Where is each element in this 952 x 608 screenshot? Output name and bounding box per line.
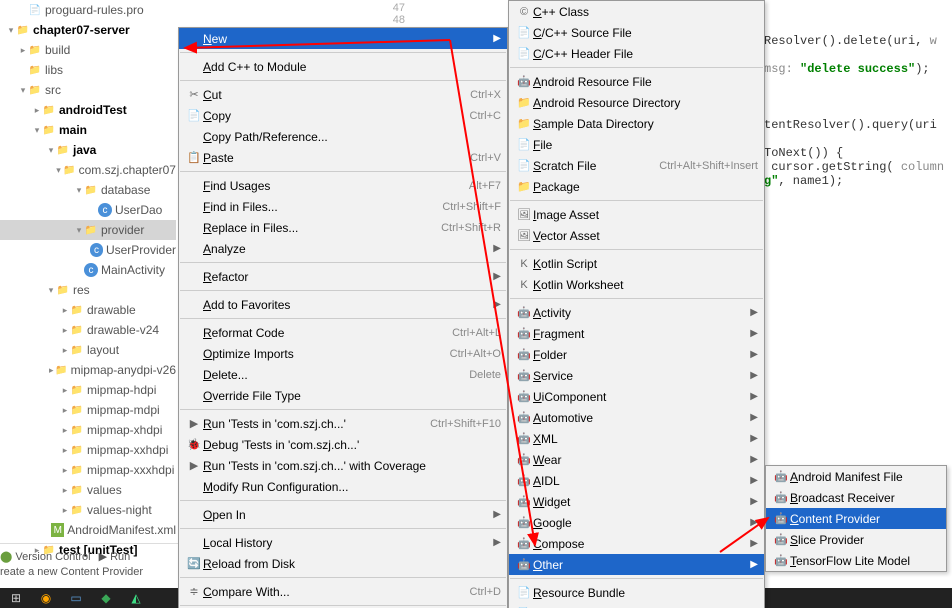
editor-gutter: 4748 [375,2,405,26]
context-menu[interactable]: New▶ Add C++ to Module ✂CutCtrl+X📄CopyCtrl… [178,27,508,608]
tree-item[interactable]: ▸📁layout [0,340,176,360]
version-control-tab[interactable]: ⬤ Version Control [0,550,91,563]
menu-item[interactable]: KKotlin Script [509,253,764,274]
tree-item[interactable]: 📁libs [0,60,176,80]
menu-item[interactable]: 🤖Google▶ [509,512,764,533]
tree-item[interactable]: ▸📁drawable [0,300,176,320]
menu-item[interactable]: 📄Resource Bundle [509,582,764,603]
menu-item[interactable]: 🤖UiComponent▶ [509,386,764,407]
tree-item[interactable]: 📄proguard-rules.pro [0,0,176,20]
menu-item[interactable]: Find UsagesAlt+F7 [179,175,507,196]
menu-item[interactable]: New▶ [179,28,507,49]
menu-item[interactable]: 📄EditorConfig File [509,603,764,608]
app-icon[interactable]: ◆ [98,590,114,606]
menu-item[interactable]: 🔄Reload from Disk [179,553,507,574]
menu-item[interactable]: 📄C/C++ Source File [509,22,764,43]
menu-item[interactable]: 📄CopyCtrl+C [179,105,507,126]
menu-item[interactable]: 🤖Android Manifest File [766,466,946,487]
menu-item[interactable]: 🤖Other▶ [509,554,764,575]
tree-item[interactable]: ▸📁androidTest [0,100,176,120]
menu-item[interactable]: 🖼Image Asset [509,204,764,225]
tree-item[interactable]: MAndroidManifest.xml [0,520,176,540]
tree-item[interactable]: ▾📁com.szj.chapter07 [0,160,176,180]
menu-item[interactable]: Add to Favorites▶ [179,294,507,315]
menu-item[interactable]: 🤖Slice Provider [766,529,946,550]
menu-item[interactable]: 📋PasteCtrl+V [179,147,507,168]
menu-item[interactable]: Analyze▶ [179,238,507,259]
menu-item[interactable]: Add C++ to Module [179,56,507,77]
menu-item[interactable]: 📁Android Resource Directory [509,92,764,113]
new-submenu[interactable]: ©C++ Class📄C/C++ Source File📄C/C++ Heade… [508,0,765,608]
status-hint: reate a new Content Provider [0,566,143,578]
menu-item[interactable]: Copy Path/Reference... [179,126,507,147]
menu-item[interactable]: 📄File [509,134,764,155]
menu-item[interactable]: 🤖Wear▶ [509,449,764,470]
tree-item[interactable]: cUserProvider [0,240,176,260]
menu-item[interactable]: 🤖TensorFlow Lite Model [766,550,946,571]
menu-item[interactable]: 🖼Vector Asset [509,225,764,246]
tree-item[interactable]: ▸📁mipmap-xhdpi [0,420,176,440]
menu-item[interactable]: 🐞Debug 'Tests in 'com.szj.ch...' [179,434,507,455]
tree-item[interactable]: ▸📁values-night [0,500,176,520]
other-submenu[interactable]: 🤖Android Manifest File🤖Broadcast Receive… [765,465,947,572]
tree-item[interactable]: ▾📁database [0,180,176,200]
menu-item[interactable]: 📁Package [509,176,764,197]
menu-item[interactable]: Delete...Delete [179,364,507,385]
run-tab[interactable]: ▶ Run [99,550,131,563]
tree-item[interactable]: ▸📁drawable-v24 [0,320,176,340]
menu-item[interactable]: ▶Run 'Tests in 'com.szj.ch...' with Cove… [179,455,507,476]
menu-item[interactable]: KKotlin Worksheet [509,274,764,295]
tree-item[interactable]: ▸📁mipmap-xxxhdpi [0,460,176,480]
tree-item[interactable]: cMainActivity [0,260,176,280]
menu-item[interactable]: 🤖Service▶ [509,365,764,386]
menu-item[interactable]: Local History▶ [179,532,507,553]
start-icon[interactable]: ⊞ [8,590,24,606]
tree-item[interactable]: ▾📁java [0,140,176,160]
tree-item[interactable]: ▸📁mipmap-xxhdpi [0,440,176,460]
menu-item[interactable]: 🤖XML▶ [509,428,764,449]
tree-item[interactable]: ▸📁build [0,40,176,60]
menu-item[interactable]: ©C++ Class [509,1,764,22]
menu-item[interactable]: 🤖Fragment▶ [509,323,764,344]
menu-item[interactable]: Replace in Files...Ctrl+Shift+R [179,217,507,238]
chrome-icon[interactable]: ◉ [38,590,54,606]
menu-item[interactable]: Reformat CodeCtrl+Alt+L [179,322,507,343]
explorer-icon[interactable]: ▭ [68,590,84,606]
menu-item[interactable]: Open In▶ [179,504,507,525]
tree-item[interactable]: ▾📁main [0,120,176,140]
project-tree[interactable]: 📄proguard-rules.pro▾📁chapter07-server▸📁b… [0,0,176,560]
tree-item[interactable]: ▾📁src [0,80,176,100]
menu-item[interactable]: 🤖Compose▶ [509,533,764,554]
tree-item[interactable]: ▸📁values [0,480,176,500]
tree-item[interactable]: ▾📁res [0,280,176,300]
android-studio-icon[interactable]: ◭ [128,590,144,606]
menu-item[interactable]: 🤖Broadcast Receiver [766,487,946,508]
tree-item[interactable]: ▾📁provider [0,220,176,240]
menu-item[interactable]: 🤖Widget▶ [509,491,764,512]
menu-item[interactable]: Find in Files...Ctrl+Shift+F [179,196,507,217]
menu-item[interactable]: 🤖AIDL▶ [509,470,764,491]
menu-item[interactable]: Override File Type [179,385,507,406]
menu-item[interactable]: Modify Run Configuration... [179,476,507,497]
menu-item[interactable]: 📄Scratch FileCtrl+Alt+Shift+Insert [509,155,764,176]
menu-item[interactable]: 🤖Folder▶ [509,344,764,365]
tree-item[interactable]: ▸📁mipmap-anydpi-v26 [0,360,176,380]
menu-item[interactable]: ▶Run 'Tests in 'com.szj.ch...'Ctrl+Shift… [179,413,507,434]
menu-item[interactable]: Optimize ImportsCtrl+Alt+O [179,343,507,364]
menu-item[interactable]: ✂CutCtrl+X [179,84,507,105]
menu-item[interactable]: 🤖Content Provider [766,508,946,529]
menu-item[interactable]: 📄C/C++ Header File [509,43,764,64]
tree-item[interactable]: ▸📁mipmap-mdpi [0,400,176,420]
tree-item[interactable]: cUserDao [0,200,176,220]
menu-item[interactable]: 🤖Android Resource File [509,71,764,92]
menu-item[interactable]: 🤖Automotive▶ [509,407,764,428]
tree-item[interactable]: ▸📁mipmap-hdpi [0,380,176,400]
menu-item[interactable]: Refactor▶ [179,266,507,287]
tree-item[interactable]: ▾📁chapter07-server [0,20,176,40]
menu-item[interactable]: ≑Compare With...Ctrl+D [179,581,507,602]
menu-item[interactable]: 🤖Activity▶ [509,302,764,323]
editor-code: Resolver().delete(uri, w msg: "delete su… [764,20,944,188]
menu-item[interactable]: 📁Sample Data Directory [509,113,764,134]
